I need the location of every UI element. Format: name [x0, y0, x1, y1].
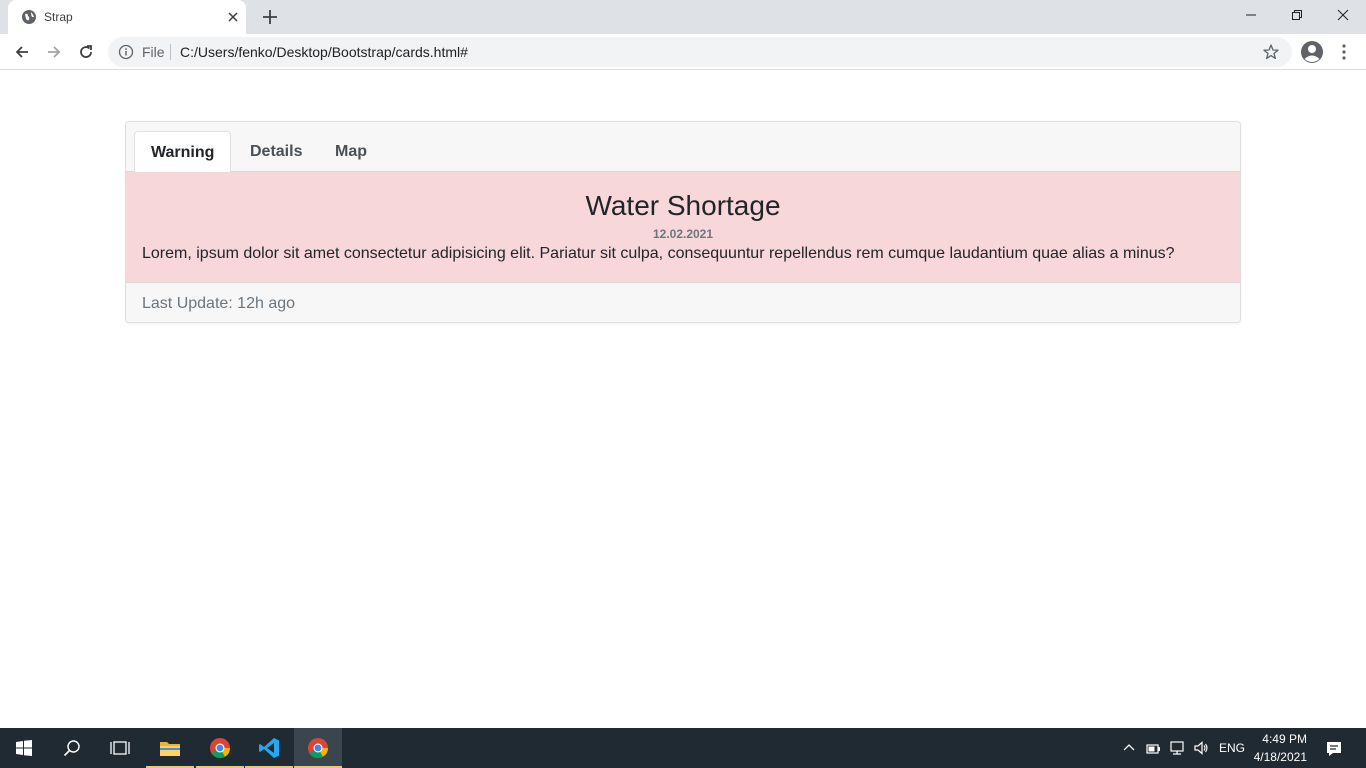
- windows-taskbar: ENG 4:49 PM 4/18/2021: [0, 728, 1366, 768]
- tab-warning[interactable]: Warning: [134, 131, 232, 173]
- browser-tab-strip: Strap: [0, 0, 1366, 34]
- forward-button[interactable]: [42, 40, 66, 64]
- card-header: Warning Details Map: [126, 122, 1240, 173]
- chrome-icon: [308, 738, 329, 759]
- close-tab-icon[interactable]: [225, 9, 241, 25]
- back-button[interactable]: [10, 40, 34, 64]
- restore-button[interactable]: [1274, 0, 1320, 30]
- search-icon: [63, 740, 80, 757]
- file-explorer-button[interactable]: [146, 728, 194, 768]
- back-arrow-icon: [15, 46, 28, 58]
- search-button[interactable]: [48, 728, 96, 768]
- reload-button[interactable]: [74, 40, 98, 64]
- file-explorer-icon: [160, 742, 180, 756]
- browser-tab[interactable]: Strap: [8, 0, 246, 34]
- address-bar[interactable]: File C:/Users/fenko/Desktop/Bootstrap/ca…: [108, 37, 1292, 67]
- close-window-button[interactable]: [1320, 0, 1366, 30]
- card-body: Water Shortage 12.02.2021 Lorem, ipsum d…: [126, 172, 1240, 282]
- start-button[interactable]: [0, 728, 48, 768]
- chrome-icon: [210, 738, 231, 759]
- notification-icon[interactable]: [1325, 740, 1343, 758]
- url-text[interactable]: C:/Users/fenko/Desktop/Bootstrap/cards.h…: [180, 44, 468, 60]
- battery-plug-icon[interactable]: [1145, 740, 1161, 756]
- network-icon[interactable]: [1169, 740, 1185, 756]
- chrome-button[interactable]: [196, 728, 244, 768]
- reload-icon: [80, 45, 92, 58]
- address-separator: [170, 44, 171, 60]
- new-tab-icon[interactable]: [260, 7, 280, 27]
- tab-details[interactable]: Details: [234, 131, 318, 173]
- windows-logo-icon: [16, 740, 32, 756]
- volume-icon[interactable]: [1193, 740, 1209, 756]
- clock-time[interactable]: 4:49 PM: [1259, 731, 1307, 747]
- close-icon: [1337, 9, 1349, 21]
- minimize-button[interactable]: [1228, 0, 1274, 30]
- star-icon[interactable]: [1262, 43, 1280, 61]
- chevron-up-icon[interactable]: [1121, 740, 1137, 756]
- url-scheme-label: File: [142, 44, 165, 60]
- card-title: Water Shortage: [585, 190, 781, 221]
- tab-title: Strap: [44, 10, 73, 24]
- clock-date[interactable]: 4/18/2021: [1252, 749, 1307, 765]
- tab-map[interactable]: Map: [319, 131, 383, 173]
- card-footer: Last Update: 12h ago: [126, 282, 1240, 322]
- chrome-active-button[interactable]: [294, 728, 342, 768]
- alert-card: Warning Details Map Water Shortage 12.02…: [125, 121, 1241, 323]
- language-indicator[interactable]: ENG: [1219, 740, 1245, 756]
- task-view-button[interactable]: [96, 728, 144, 768]
- restore-icon: [1292, 10, 1302, 20]
- minimize-icon: [1246, 14, 1256, 16]
- card-date: 12.02.2021: [652, 227, 714, 241]
- card-text: Lorem, ipsum dolor sit amet consectetur …: [142, 245, 1175, 262]
- browser-toolbar: File C:/Users/fenko/Desktop/Bootstrap/ca…: [0, 34, 1366, 70]
- vscode-icon: [259, 738, 279, 758]
- profile-avatar-icon[interactable]: [1300, 40, 1324, 64]
- forward-arrow-icon: [48, 46, 61, 58]
- vscode-button[interactable]: [245, 728, 293, 768]
- task-view-icon: [110, 741, 130, 755]
- info-icon[interactable]: [118, 44, 134, 60]
- last-update-text: Last Update: 12h ago: [142, 295, 296, 312]
- globe-icon: [22, 10, 36, 24]
- kebab-menu-icon[interactable]: [1336, 40, 1352, 64]
